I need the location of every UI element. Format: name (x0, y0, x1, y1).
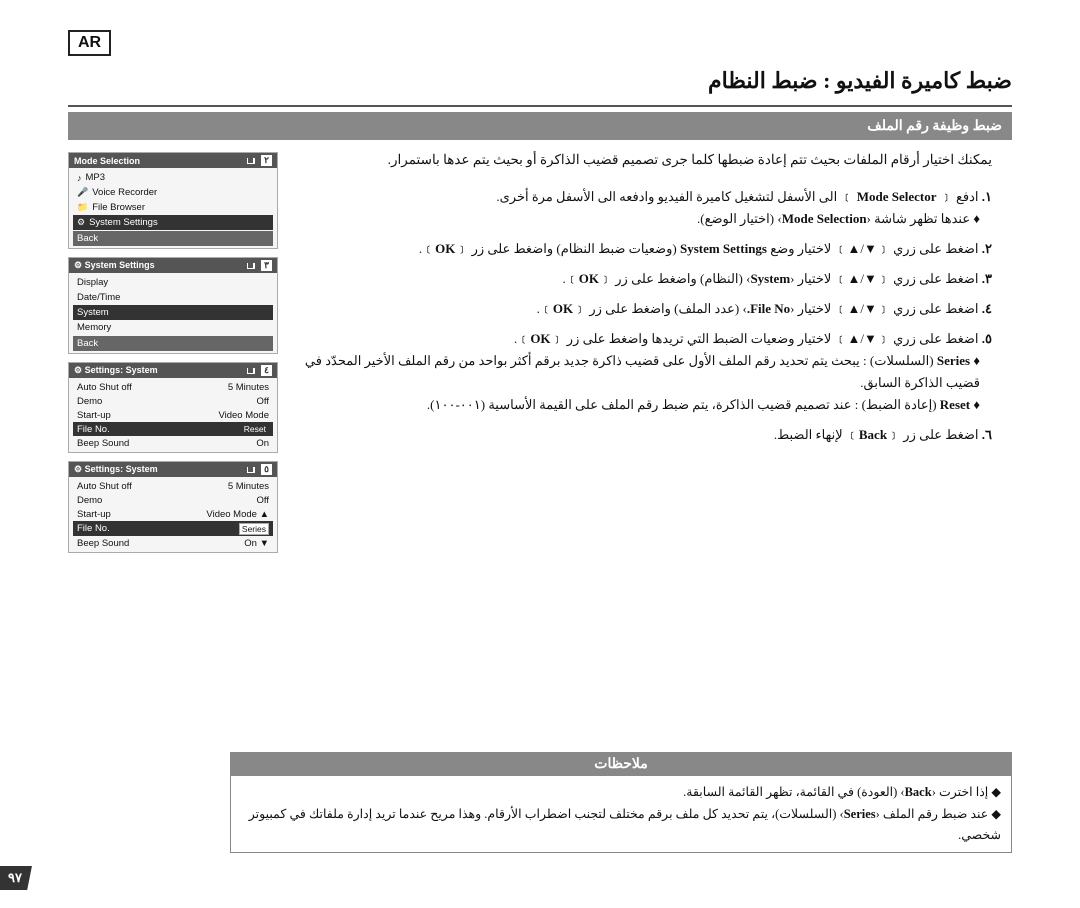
screen4-title: ⚙ Settings: System (74, 464, 158, 475)
autoshutoff-label-3: Auto Shut off (77, 382, 132, 393)
mem-icon-2 (234, 262, 244, 270)
intro-text: يمكنك اختيار أرقام الملفات بحيث تتم إعاد… (288, 148, 992, 172)
step-num-2: ٣ (261, 260, 272, 271)
screen4-body: Auto Shut off 5 Minutes Demo Off Start-u… (69, 477, 277, 552)
device-header-1: Mode Selection ٢ (69, 153, 277, 168)
row-startup-4: Start-up Video Mode ▲ (73, 507, 273, 521)
step-num-1: ٢ (261, 155, 272, 166)
step-num-3: ٤ (261, 365, 272, 376)
notes-line-1: ◆ إذا اخترت ‹Back› (العودة) في القائمة، … (241, 782, 1001, 803)
menu-back-2: Back (73, 336, 273, 351)
section-header-bar: ضبط وظيفة رقم الملف (68, 112, 1012, 140)
page-number: ٩٧ (0, 866, 32, 890)
beep-label-3: Beep Sound (77, 438, 129, 449)
step-2-line: ٢. اضغط على زري ﹝▼/▲﹞ لاختيار وضع System… (288, 238, 992, 260)
step-4-line: ٤. اضغط على زري ﹝▼/▲﹞ لاختيار ‹File No.›… (288, 298, 992, 320)
mem-icon (234, 157, 244, 165)
step-num-4: ٥ (261, 464, 272, 475)
row-fileno-4: File No. Series (73, 521, 273, 536)
row-startup-3: Start-up Video Mode (73, 408, 273, 422)
menu-back-1: Back (73, 231, 273, 246)
menu-datetime: Date/Time (73, 290, 273, 305)
mem-icon-4 (234, 466, 244, 474)
fileno-label-3: File No. (77, 424, 110, 435)
demo-val-3: Off (257, 396, 270, 407)
step-4: ٤. اضغط على زري ﹝▼/▲﹞ لاختيار ‹File No.›… (288, 298, 992, 320)
row-autoshutoff-3: Auto Shut off 5 Minutes (73, 380, 273, 394)
screen2-title: ⚙ System Settings (74, 260, 155, 271)
menu-mp3: ♪ MP3 (73, 170, 273, 185)
batt-icon-4 (246, 466, 256, 474)
mem-icon-3 (234, 367, 244, 375)
page-title: ضبط كاميرة الفيديو : ضبط النظام (68, 68, 1012, 94)
screen1-body: ♪ MP3 🎤 Voice Recorder 📁 File Browser ⚙ … (69, 168, 277, 248)
step-5: ٥. اضغط على زري ﹝▼/▲﹞ لاختيار وضعيات الض… (288, 328, 992, 416)
step-1-sub: ♦ عندها تظهر شاشة ‹Mode Selection› (اختي… (288, 208, 992, 230)
batt-icon-3 (246, 367, 256, 375)
music-icon: ♪ (77, 173, 82, 183)
autoshutoff-val-3: 5 Minutes (228, 382, 269, 393)
notes-line-2: ◆ عند ضبط رقم الملف ‹Series› (السلسلات)،… (241, 804, 1001, 847)
row-autoshutoff-4: Auto Shut off 5 Minutes (73, 479, 273, 493)
menu-browser: 📁 File Browser (73, 200, 273, 215)
menu-system-settings: ⚙ System Settings (73, 215, 273, 230)
demo-label-4: Demo (77, 495, 102, 506)
startup-label-4: Start-up (77, 509, 111, 520)
startup-val-4: Video Mode ▲ (206, 509, 269, 520)
fileno-label-4: File No. (77, 523, 110, 535)
mic-icon: 🎤 (77, 187, 88, 198)
batt-icon-2 (246, 262, 256, 270)
beep-label-4: Beep Sound (77, 538, 129, 549)
step-5-sub1: ♦ Series (السلسلات) : يبحث يتم تحديد رقم… (288, 350, 992, 394)
screen3-title: ⚙ Settings: System (74, 365, 158, 376)
startup-label-3: Start-up (77, 410, 111, 421)
autoshutoff-label-4: Auto Shut off (77, 481, 132, 492)
step-6-line: ٦. اضغط على زر ﹝Back﹞ لإنهاء الضبط. (288, 424, 992, 446)
folder-icon: 📁 (77, 202, 88, 213)
demo-val-4: Off (257, 495, 270, 506)
fileno-val-3: Reset (241, 424, 269, 435)
step-5-line: ٥. اضغط على زري ﹝▼/▲﹞ لاختيار وضعيات الض… (288, 328, 992, 350)
device-header-4: ⚙ Settings: System ٥ (69, 462, 277, 477)
screen1-title: Mode Selection (74, 156, 140, 166)
notes-box: ملاحظات ◆ إذا اخترت ‹Back› (العودة) في ا… (230, 752, 1012, 853)
row-beep-3: Beep Sound On (73, 436, 273, 450)
step-3-line: ٣. اضغط على زري ﹝▼/▲﹞ لاختيار ‹System› (… (288, 268, 992, 290)
notes-header: ملاحظات (231, 753, 1011, 776)
batt-icon (246, 157, 256, 165)
autoshutoff-val-4: 5 Minutes (228, 481, 269, 492)
fileno-val-4: Series (239, 523, 269, 535)
device-screen-2: ⚙ System Settings ٣ Display Date/Time Sy… (68, 257, 278, 354)
notes-body: ◆ إذا اخترت ‹Back› (العودة) في القائمة، … (231, 776, 1011, 852)
beep-val-4: On ▼ (244, 538, 269, 549)
demo-label-3: Demo (77, 396, 102, 407)
device-header-3: ⚙ Settings: System ٤ (69, 363, 277, 378)
menu-system: System (73, 305, 273, 320)
beep-val-3: On (256, 438, 269, 449)
screen2-body: Display Date/Time System Memory Back (69, 273, 277, 353)
device-header-2: ⚙ System Settings ٣ (69, 258, 277, 273)
step-5-sub2: ♦ Reset (إعادة الضبط) : عند تصميم قضيب ا… (288, 394, 992, 416)
step-3: ٣. اضغط على زري ﹝▼/▲﹞ لاختيار ‹System› (… (288, 268, 992, 290)
row-fileno-3: File No. Reset (73, 422, 273, 436)
menu-display: Display (73, 275, 273, 290)
device-screen-3: ⚙ Settings: System ٤ Auto Shut off 5 Min… (68, 362, 278, 453)
menu-memory: Memory (73, 320, 273, 335)
startup-val-3: Video Mode (218, 410, 269, 421)
section-header-text: ضبط وظيفة رقم الملف (867, 118, 1002, 135)
ar-badge: AR (68, 30, 111, 56)
step-6: ٦. اضغط على زر ﹝Back﹞ لإنهاء الضبط. (288, 424, 992, 446)
settings-icon: ⚙ (77, 217, 85, 228)
title-divider (68, 105, 1012, 107)
device-screen-4: ⚙ Settings: System ٥ Auto Shut off 5 Min… (68, 461, 278, 553)
step-1: ١. ادفع ﹝ Mode Selector ﹞ الى الأسفل لتش… (288, 186, 992, 230)
row-demo-3: Demo Off (73, 394, 273, 408)
screen3-body: Auto Shut off 5 Minutes Demo Off Start-u… (69, 378, 277, 452)
device-screen-1: Mode Selection ٢ ♪ MP3 🎤 Voice Recorder … (68, 152, 278, 249)
menu-voice: 🎤 Voice Recorder (73, 185, 273, 200)
step-2: ٢. اضغط على زري ﹝▼/▲﹞ لاختيار وضع System… (288, 238, 992, 260)
step-1-line: ١. ادفع ﹝ Mode Selector ﹞ الى الأسفل لتش… (288, 186, 992, 208)
row-beep-4: Beep Sound On ▼ (73, 536, 273, 550)
row-demo-4: Demo Off (73, 493, 273, 507)
